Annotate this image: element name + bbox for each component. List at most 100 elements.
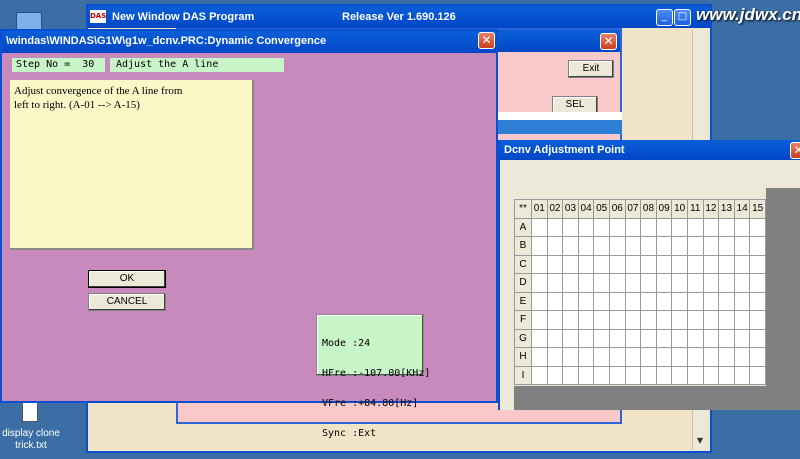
grid-cell[interactable] [594, 218, 610, 237]
grid-cell[interactable] [563, 218, 579, 237]
grid-cell[interactable] [656, 311, 673, 330]
grid-cell[interactable] [734, 366, 751, 385]
grid-cell[interactable] [750, 348, 766, 367]
grid-cell[interactable] [734, 348, 751, 367]
grid-cell[interactable] [578, 366, 595, 385]
grid-cell[interactable] [734, 329, 751, 348]
grid-cell[interactable] [734, 292, 751, 311]
grid-cell[interactable] [610, 348, 626, 367]
grid-cell[interactable] [688, 237, 704, 256]
grid-cell[interactable] [532, 274, 548, 293]
grid-cell[interactable] [563, 274, 579, 293]
grid-cell[interactable] [703, 329, 720, 348]
grid-cell[interactable] [532, 348, 548, 367]
grid-cell[interactable] [641, 237, 657, 256]
grid-cell[interactable] [688, 311, 704, 330]
grid-cell[interactable] [641, 329, 657, 348]
grid-cell[interactable] [656, 274, 673, 293]
grid-cell[interactable] [703, 237, 720, 256]
grid-cell[interactable] [703, 366, 720, 385]
grid-cell[interactable] [641, 311, 657, 330]
grid-cell[interactable] [703, 292, 720, 311]
grid-cell[interactable] [703, 311, 720, 330]
grid-cell[interactable] [578, 274, 595, 293]
grid-cell[interactable] [734, 237, 751, 256]
grid-cell[interactable] [625, 366, 642, 385]
grid-cell[interactable] [532, 255, 548, 274]
grid-cell[interactable] [750, 292, 766, 311]
grid-cell[interactable] [547, 366, 564, 385]
grid-cell[interactable] [610, 366, 626, 385]
grid-cell[interactable] [625, 311, 642, 330]
grid-cell[interactable] [641, 366, 657, 385]
grid-cell[interactable] [563, 311, 579, 330]
grid-cell[interactable] [750, 366, 766, 385]
grid-cell[interactable] [563, 255, 579, 274]
desktop-file-icon[interactable]: display clone trick.txt [2, 400, 60, 451]
grid-cell[interactable] [656, 255, 673, 274]
grid-cell[interactable] [532, 366, 548, 385]
grid-cell[interactable] [641, 218, 657, 237]
grid-cell[interactable] [656, 218, 673, 237]
grid-cell[interactable] [625, 292, 642, 311]
grid-cell[interactable] [594, 311, 610, 330]
grid-cell[interactable] [656, 366, 673, 385]
pink-close-button[interactable]: ✕ [600, 33, 617, 50]
grid-cell[interactable] [625, 329, 642, 348]
grid-cell[interactable] [641, 292, 657, 311]
grid-cell[interactable] [578, 237, 595, 256]
grid-cell[interactable] [734, 274, 751, 293]
grid-cell[interactable] [688, 348, 704, 367]
maximize-button[interactable]: □ [674, 9, 691, 26]
adjust-close-button[interactable]: ✕ [790, 142, 800, 159]
grid-cell[interactable] [672, 218, 688, 237]
grid-cell[interactable] [719, 237, 735, 256]
grid-cell[interactable] [734, 311, 751, 330]
grid-cell[interactable] [656, 348, 673, 367]
grid-cell[interactable] [578, 311, 595, 330]
grid-cell[interactable] [532, 292, 548, 311]
grid-cell[interactable] [594, 329, 610, 348]
grid-cell[interactable] [594, 292, 610, 311]
grid-cell[interactable] [578, 292, 595, 311]
grid-cell[interactable] [672, 274, 688, 293]
grid-cell[interactable] [563, 292, 579, 311]
grid-cell[interactable] [563, 366, 579, 385]
grid-cell[interactable] [547, 292, 564, 311]
grid-cell[interactable] [594, 348, 610, 367]
grid-cell[interactable] [750, 218, 766, 237]
grid-cell[interactable] [719, 311, 735, 330]
grid-cell[interactable] [641, 274, 657, 293]
grid-cell[interactable] [703, 255, 720, 274]
grid-cell[interactable] [532, 329, 548, 348]
grid-cell[interactable] [719, 329, 735, 348]
grid-cell[interactable] [750, 274, 766, 293]
grid-cell[interactable] [578, 218, 595, 237]
grid-cell[interactable] [547, 311, 564, 330]
grid-cell[interactable] [578, 329, 595, 348]
ok-button[interactable]: OK [88, 270, 166, 288]
grid-cell[interactable] [610, 329, 626, 348]
grid-cell[interactable] [656, 329, 673, 348]
grid-cell[interactable] [672, 237, 688, 256]
grid-cell[interactable] [563, 237, 579, 256]
grid-cell[interactable] [688, 366, 704, 385]
grid-cell[interactable] [750, 329, 766, 348]
grid-cell[interactable] [641, 348, 657, 367]
grid-cell[interactable] [532, 311, 548, 330]
grid-cell[interactable] [688, 292, 704, 311]
grid-cell[interactable] [703, 348, 720, 367]
grid-cell[interactable] [719, 348, 735, 367]
grid-cell[interactable] [672, 311, 688, 330]
grid-cell[interactable] [672, 292, 688, 311]
grid-cell[interactable] [750, 311, 766, 330]
scroll-down-arrow[interactable]: ▼ [694, 436, 706, 448]
grid-cell[interactable] [750, 255, 766, 274]
grid-cell[interactable] [625, 218, 642, 237]
grid-cell[interactable] [625, 255, 642, 274]
grid-cell[interactable] [719, 292, 735, 311]
grid-cell[interactable] [610, 292, 626, 311]
grid-cell[interactable] [641, 255, 657, 274]
grid-cell[interactable] [719, 218, 735, 237]
grid-cell[interactable] [532, 218, 548, 237]
